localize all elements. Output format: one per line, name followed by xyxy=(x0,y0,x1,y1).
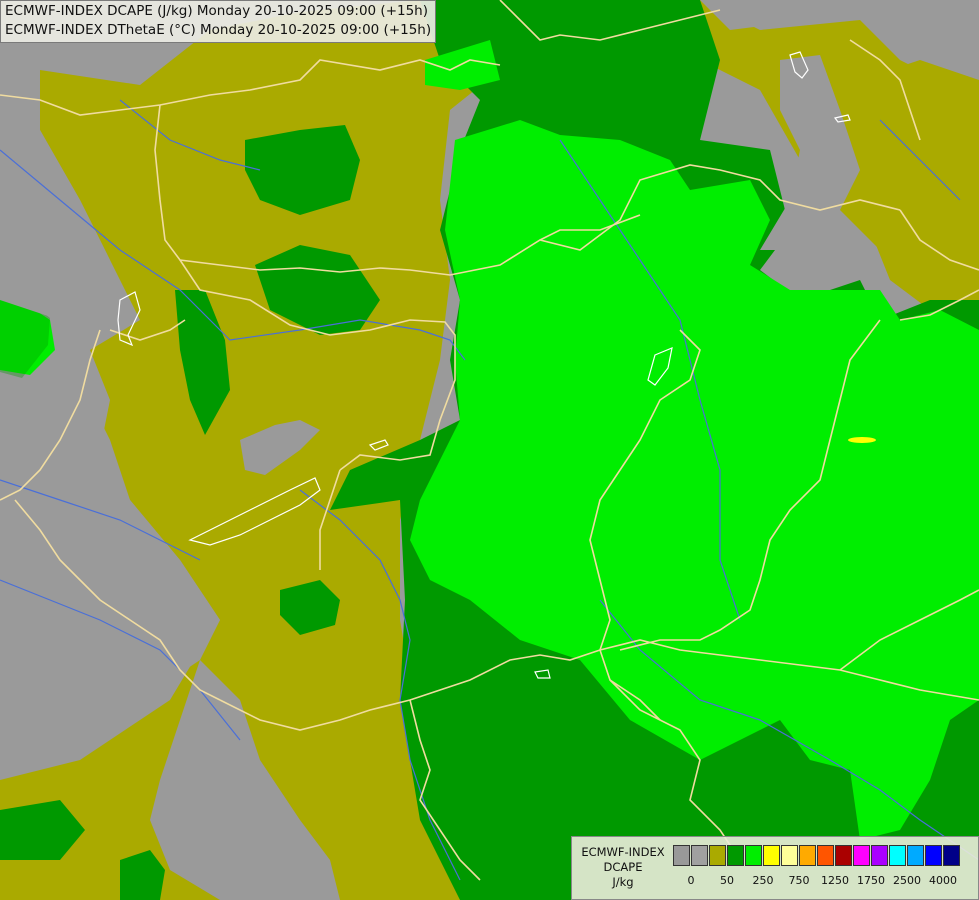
legend-swatch xyxy=(871,845,888,866)
legend-tick-label: 750 xyxy=(788,874,810,887)
legend-swatch xyxy=(763,845,780,866)
legend-swatch xyxy=(925,845,942,866)
legend-tick-label: 1250 xyxy=(821,874,849,887)
legend-swatch xyxy=(673,845,690,866)
legend-swatch xyxy=(799,845,816,866)
legend-swatch xyxy=(745,845,762,866)
legend-parameter-name: DCAPE xyxy=(603,860,643,874)
legend-swatch xyxy=(943,845,960,866)
legend-swatch xyxy=(853,845,870,866)
legend-swatch xyxy=(709,845,726,866)
legend-ticks: 0 50 250 750 1250 1750 2500 4000 xyxy=(673,874,973,890)
map-title-dcape: ECMWF-INDEX DCAPE (J/kg) Monday 20-10-20… xyxy=(5,3,429,19)
legend-tick-label: 50 xyxy=(720,874,734,887)
legend-model-name: ECMWF-INDEX xyxy=(581,845,665,859)
legend-swatches xyxy=(673,845,961,866)
legend-swatch xyxy=(889,845,906,866)
legend-tick-label: 1750 xyxy=(857,874,885,887)
legend-label: ECMWF-INDEX DCAPE J/kg xyxy=(575,845,671,890)
legend-tick-label: 0 xyxy=(687,874,695,887)
weather-map-viewer: ECMWF-INDEX DCAPE (J/kg) Monday 20-10-20… xyxy=(0,0,979,900)
map-title-dthetae: ECMWF-INDEX DThetaE (°C) Monday 20-10-20… xyxy=(5,22,432,38)
legend-tick-label: 4000 xyxy=(929,874,957,887)
legend-tick-label: 2500 xyxy=(893,874,921,887)
legend-swatch xyxy=(817,845,834,866)
legend-swatch xyxy=(835,845,852,866)
yellow-speck xyxy=(848,437,876,443)
map-title-box: ECMWF-INDEX DCAPE (J/kg) Monday 20-10-20… xyxy=(0,0,437,43)
color-legend: ECMWF-INDEX DCAPE J/kg 0 50 250 750 1250 1750… xyxy=(571,836,979,900)
legend-swatch xyxy=(781,845,798,866)
legend-swatch xyxy=(907,845,924,866)
legend-unit: J/kg xyxy=(612,875,634,889)
legend-swatch xyxy=(727,845,744,866)
legend-swatch xyxy=(691,845,708,866)
dcape-map xyxy=(0,0,979,900)
legend-tick-label: 250 xyxy=(752,874,774,887)
